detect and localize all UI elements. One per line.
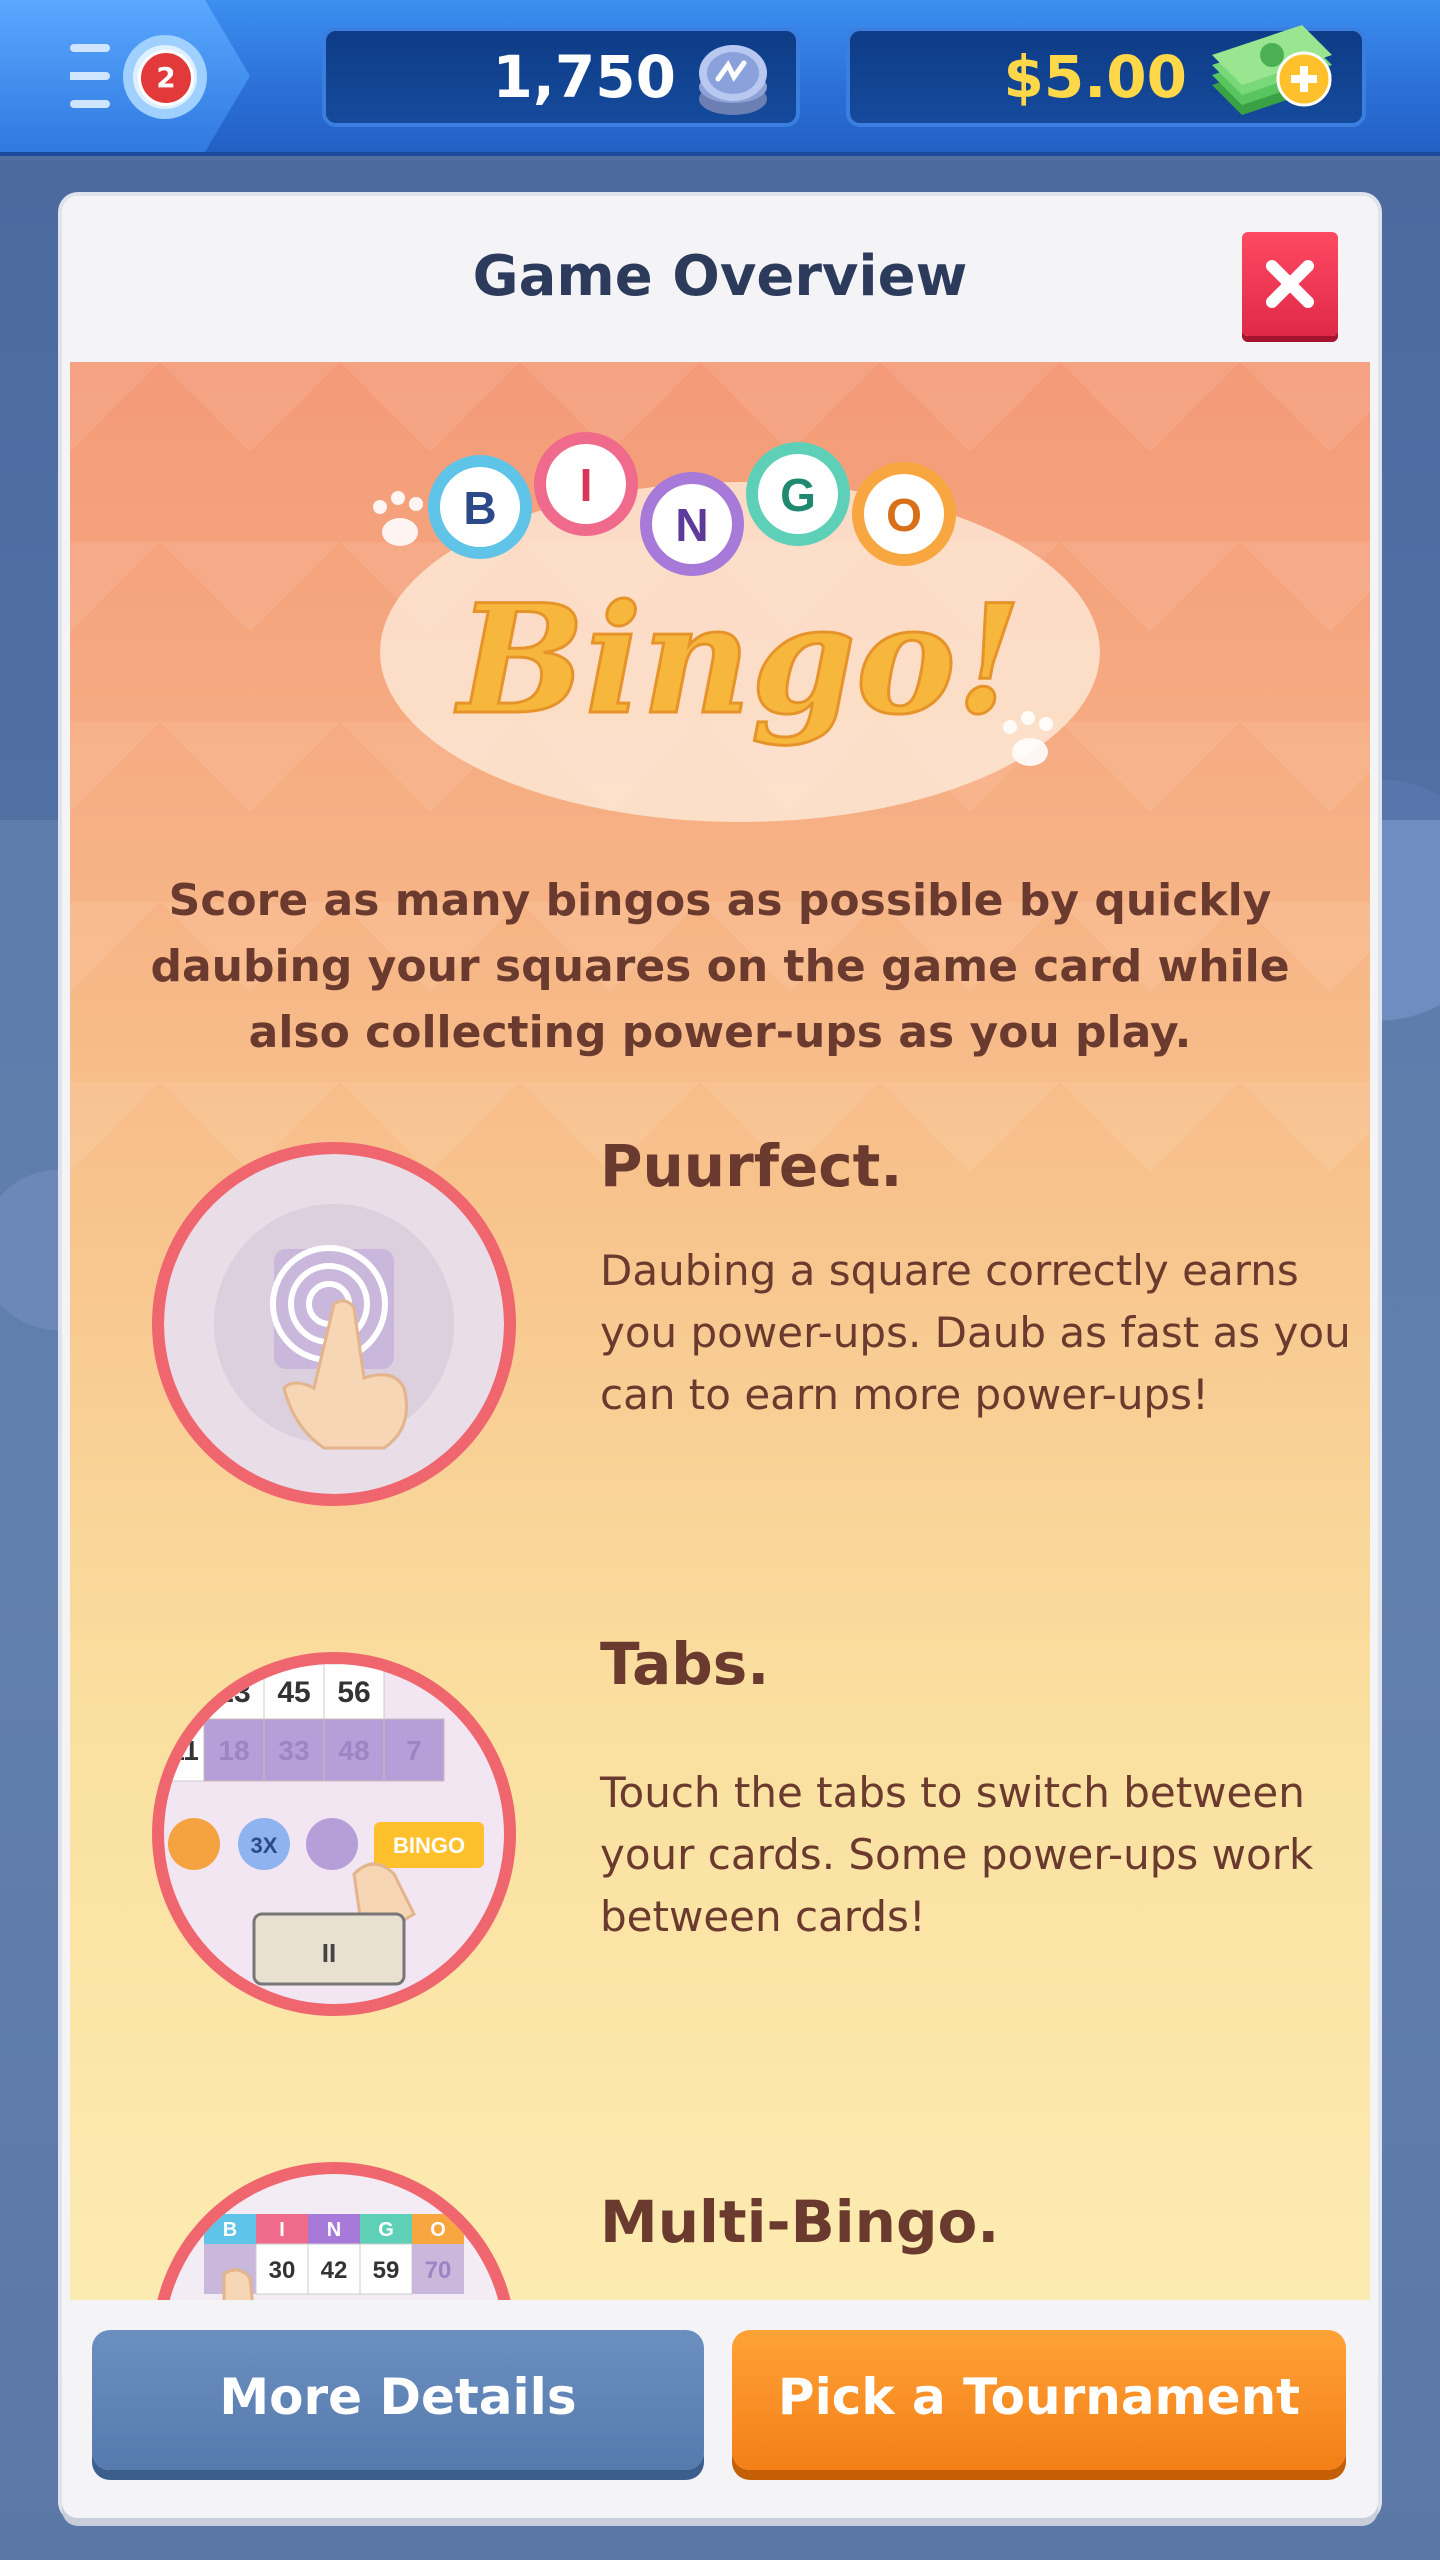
close-button[interactable] — [1242, 232, 1338, 336]
svg-text:3X: 3X — [251, 1833, 278, 1858]
puurfect-image — [152, 1142, 516, 1506]
svg-text:11: 11 — [169, 1735, 199, 1766]
svg-text:48: 48 — [338, 1735, 369, 1766]
bingo-script: Bingo! — [454, 572, 1022, 748]
notification-badge: 2 — [138, 50, 194, 106]
svg-text:70: 70 — [425, 2257, 452, 2284]
svg-text:B: B — [223, 2219, 237, 2241]
svg-text:7: 7 — [406, 1735, 422, 1766]
svg-text:18: 18 — [218, 1735, 249, 1766]
feature-title-puurfect: Puurfect. — [600, 1132, 903, 1200]
svg-text:45: 45 — [277, 1676, 310, 1709]
svg-text:42: 42 — [321, 2257, 348, 2284]
tabs-image: 23 45 56 11 18 33 48 7 3X BINGO II — [152, 1652, 516, 2016]
bingo-logo: B I N G O Bingo! — [373, 432, 1100, 822]
svg-text:59: 59 — [373, 2257, 400, 2284]
svg-text:33: 33 — [278, 1735, 309, 1766]
game-overview-modal: Game Overview B I N G O Bingo! Score as … — [62, 196, 1378, 2518]
svg-text:G: G — [378, 2219, 394, 2241]
more-details-button[interactable]: More Details — [92, 2330, 704, 2470]
plus-icon — [1276, 51, 1332, 107]
svg-text:B: B — [463, 482, 496, 534]
svg-text:30: 30 — [269, 2257, 296, 2284]
svg-text:O: O — [430, 2219, 446, 2241]
cash-balance[interactable]: $5.00 — [846, 25, 1366, 127]
svg-text:I: I — [580, 459, 593, 511]
modal-title: Game Overview — [472, 244, 968, 309]
feature-desc-tabs: Touch the tabs to switch between your ca… — [600, 1768, 1314, 1941]
close-icon — [1266, 260, 1314, 308]
svg-text:N: N — [675, 499, 708, 551]
top-bar: 2 1,750 $5.00 — [0, 0, 1440, 152]
svg-text:G: G — [780, 469, 816, 521]
cash-stack-icon — [1212, 25, 1332, 115]
pick-tournament-button[interactable]: Pick a Tournament — [732, 2330, 1346, 2470]
modal-footer: More Details Pick a Tournament — [62, 2300, 1378, 2518]
coin-icon — [699, 45, 767, 115]
svg-text:N: N — [327, 2219, 341, 2241]
svg-text:O: O — [886, 489, 922, 541]
coin-amount: 1,750 — [492, 43, 676, 111]
cash-amount: $5.00 — [1003, 43, 1187, 111]
multi-bingo-image: B I N G O 30 42 59 70 — [152, 2162, 516, 2300]
feature-title-tabs: Tabs. — [600, 1630, 770, 1698]
overview-content[interactable]: B I N G O Bingo! Score as many bingos as… — [70, 362, 1370, 2300]
modal-header: Game Overview — [62, 196, 1378, 362]
intro-text: Score as many bingos as possible by quic… — [150, 875, 1290, 1058]
svg-text:I: I — [279, 2219, 285, 2241]
feature-title-multi-bingo: Multi-Bingo. — [600, 2188, 1000, 2256]
svg-text:BINGO: BINGO — [393, 1833, 465, 1858]
feature-desc-puurfect: Daubing a square correctly earns you pow… — [600, 1246, 1351, 1419]
svg-text:II: II — [322, 1938, 336, 1968]
coin-balance[interactable]: 1,750 — [322, 27, 800, 127]
svg-text:56: 56 — [337, 1676, 370, 1709]
svg-text:23: 23 — [217, 1676, 250, 1709]
